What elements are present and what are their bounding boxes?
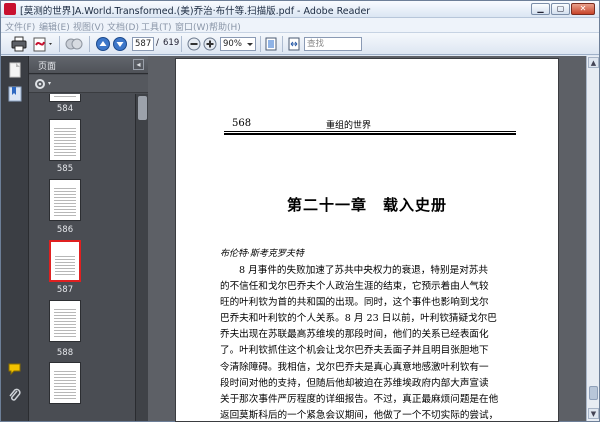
options-gear-icon[interactable]: [33, 77, 55, 91]
print-icon[interactable]: [11, 36, 27, 52]
body-line: 了。叶利钦抓住这个机会让戈尔巴乔夫丢面子并且明目张胆地下: [220, 345, 489, 357]
body-line: 段时间对他的支持，但随后他却被迫在苏维埃政府内部大声宣读: [220, 377, 489, 389]
body-line: 巴乔夫和叶利钦的个人关系。8 月 23 日以前，叶利钦猜疑戈尔巴: [220, 313, 497, 325]
title-bar: [莫测的世界]A.World.Transformed.(美)乔治·布什等.扫描版…: [1, 1, 599, 18]
comments-icon[interactable]: [7, 361, 23, 377]
menu-view[interactable]: 视图(V): [73, 20, 104, 33]
menu-help[interactable]: 帮助(H): [209, 20, 241, 33]
toolbar-separator: [89, 36, 90, 52]
minimize-button[interactable]: ▁: [531, 3, 550, 15]
page-thumbnail-selected[interactable]: [49, 240, 81, 282]
thumbnail-label: 585: [56, 164, 74, 174]
previous-page-icon[interactable]: [96, 36, 110, 52]
menu-window[interactable]: 窗口(W): [175, 20, 209, 33]
fit-width-icon[interactable]: [287, 36, 301, 52]
page-thumbnail[interactable]: [49, 119, 81, 161]
scroll-down-arrow-icon[interactable]: ▼: [588, 408, 599, 419]
adobe-reader-app-icon: [4, 3, 16, 15]
next-page-icon[interactable]: [113, 36, 127, 52]
window-title: [莫测的世界]A.World.Transformed.(美)乔治·布什等.扫描版…: [20, 6, 371, 17]
menu-tools[interactable]: 工具(T): [141, 20, 172, 33]
header-rule: [224, 131, 516, 132]
document-scrollbar[interactable]: ▲ ▼: [586, 56, 599, 421]
thumbnail-label: 588: [56, 348, 74, 358]
menu-document[interactable]: 文档(D): [107, 20, 139, 33]
thumbnails-scrollbar[interactable]: [135, 94, 148, 421]
pages-panel: 页面 ◂ 584 585 586 587 588: [29, 56, 148, 421]
page-thumbnails-list: 584 585 586 587 588: [29, 94, 135, 421]
document-scroll-thumb[interactable]: [589, 386, 598, 400]
menu-edit[interactable]: 编辑(E): [39, 20, 70, 33]
find-input[interactable]: 查找: [304, 37, 362, 51]
document-area: 568 重组的世界 第二十一章 载入史册 布伦特·斯考克罗夫特 8 月事件的失败…: [148, 56, 586, 421]
pages-panel-header: 页面 ◂: [29, 56, 148, 74]
page-thumbnail[interactable]: [49, 94, 81, 102]
current-page-input[interactable]: 587: [132, 37, 154, 51]
pdf-page: 568 重组的世界 第二十一章 载入史册 布伦特·斯考克罗夫特 8 月事件的失败…: [176, 59, 558, 421]
attachments-icon[interactable]: [7, 388, 23, 404]
toolbar-separator: [282, 36, 283, 52]
page-thumbnail[interactable]: [49, 179, 81, 221]
chapter-title: 第二十一章 载入史册: [286, 196, 447, 214]
thumbnails-scroll-thumb[interactable]: [138, 96, 147, 120]
body-line: 旺的叶利钦为首的共和国的出现。同时，这个事件也影响到戈尔: [220, 297, 489, 309]
body-line: 令清除障碍。我相信，戈尔巴乔夫是真心真意地感激叶利钦有一: [220, 361, 489, 373]
toolbar: 587 / 619 90% 查找: [1, 33, 599, 55]
thumbnail-label: 587: [56, 285, 74, 295]
pages-icon[interactable]: [7, 62, 23, 78]
zoom-dropdown-chevron-icon[interactable]: [245, 36, 255, 52]
collapse-panel-button[interactable]: ◂: [133, 59, 144, 70]
toolbar-separator: [181, 36, 182, 52]
running-book-title: 重组的世界: [326, 121, 372, 131]
bookmarks-icon[interactable]: [7, 86, 23, 102]
create-pdf-icon[interactable]: [33, 36, 55, 52]
navigation-panel-strip: [1, 56, 29, 421]
adobe-reader-window: [莫测的世界]A.World.Transformed.(美)乔治·布什等.扫描版…: [0, 0, 600, 422]
total-pages: 619: [163, 38, 180, 48]
header-rule-thick: [224, 133, 516, 135]
page-thumbnail[interactable]: [49, 300, 81, 342]
zoom-in-icon[interactable]: [203, 36, 217, 52]
menu-bar: 文件(F) 编辑(E) 视图(V) 文档(D) 工具(T) 窗口(W) 帮助(H…: [1, 18, 599, 33]
zoom-out-icon[interactable]: [187, 36, 201, 52]
page-thumbnail[interactable]: [49, 362, 81, 404]
maximize-button[interactable]: ▢: [551, 3, 570, 15]
body-text: 8 月事件的失败加速了苏共中央权力的衰退，特别是对苏共 的不信任和戈尔巴乔夫个人…: [220, 263, 516, 424]
scroll-up-arrow-icon[interactable]: ▲: [588, 57, 599, 68]
pages-options-bar: [29, 75, 148, 93]
fit-page-icon[interactable]: [264, 36, 278, 52]
close-button[interactable]: ✕: [571, 3, 595, 15]
thumbnail-label: 584: [56, 104, 74, 114]
running-page-number: 568: [232, 118, 252, 129]
body-line: 8 月事件的失败加速了苏共中央权力的衰退，特别是对苏共: [239, 265, 488, 276]
section-author: 布伦特·斯考克罗夫特: [220, 249, 304, 259]
body-line: 的不信任和戈尔巴乔夫个人政治生涯的结束，它预示着由人气较: [220, 281, 489, 293]
pages-panel-title: 页面: [38, 62, 57, 72]
menu-file[interactable]: 文件(F): [5, 20, 35, 33]
body-line: 关于那次事件严厉程度的详细报告。不过，真正最麻烦问题是在他: [220, 393, 499, 405]
toolbar-separator: [59, 36, 60, 52]
collaborate-icon[interactable]: [65, 36, 83, 52]
toolbar-separator: [260, 36, 261, 52]
page-separator: /: [156, 38, 159, 48]
body-line: 乔夫出现在苏联最高苏维埃的那段时间，他们的关系已经表面化: [220, 329, 489, 341]
thumbnail-label: 586: [56, 225, 74, 235]
